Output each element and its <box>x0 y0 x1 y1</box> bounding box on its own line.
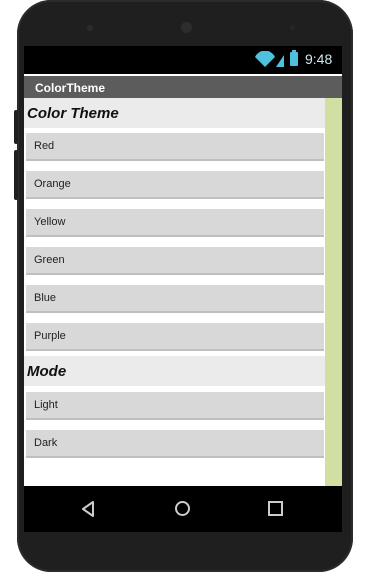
content-area: Color Theme Red Orange Yellow Green Blue… <box>24 98 325 486</box>
recent-apps-icon[interactable] <box>268 501 283 516</box>
list-item-dark[interactable]: Dark <box>26 430 324 458</box>
section-header-color-theme: Color Theme <box>24 98 325 128</box>
screen: 9:48 ColorTheme Color Theme Red Orange Y… <box>24 46 342 486</box>
wifi-icon <box>255 51 284 67</box>
back-icon[interactable] <box>81 501 95 517</box>
home-icon[interactable] <box>175 501 190 516</box>
status-time: 9:48 <box>305 51 333 67</box>
list-item-blue[interactable]: Blue <box>26 285 324 313</box>
list-item-red[interactable]: Red <box>26 133 324 161</box>
front-camera <box>87 25 93 31</box>
volume-down-button <box>14 150 18 200</box>
list-item-yellow[interactable]: Yellow <box>26 209 324 237</box>
section-header-mode: Mode <box>24 356 325 386</box>
right-edge-strip <box>325 98 342 486</box>
volume-up-button <box>14 110 18 144</box>
list-item-purple[interactable]: Purple <box>26 323 324 351</box>
list-item-green[interactable]: Green <box>26 247 324 275</box>
app-title-bar: ColorTheme <box>24 76 342 98</box>
app-title: ColorTheme <box>35 81 106 95</box>
proximity-sensor <box>290 25 295 30</box>
battery-icon <box>290 50 298 66</box>
earpiece <box>181 22 192 33</box>
navigation-bar <box>24 486 342 532</box>
status-bar: 9:48 <box>24 46 342 74</box>
list-item-light[interactable]: Light <box>26 392 324 420</box>
list-item-orange[interactable]: Orange <box>26 171 324 199</box>
